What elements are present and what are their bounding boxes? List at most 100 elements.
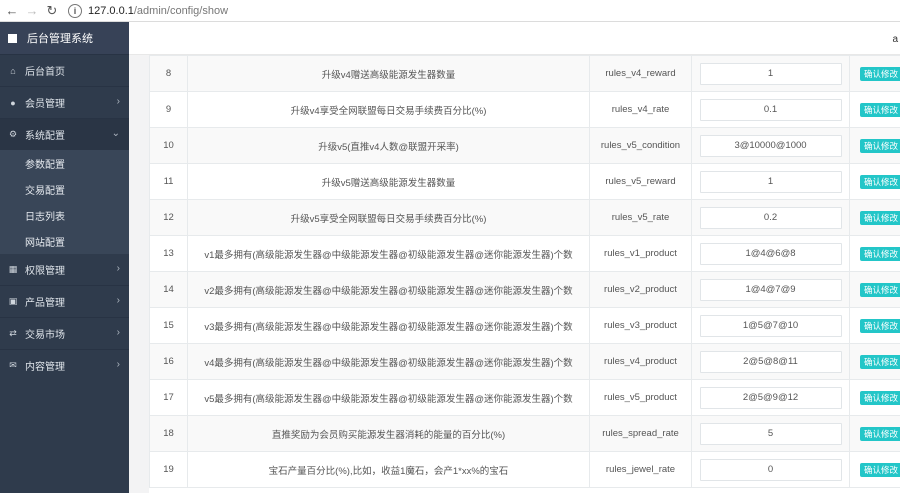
url-host: 127.0.0.1 bbox=[88, 4, 134, 17]
home-icon: ⌂ bbox=[10, 65, 16, 76]
row-id: 13 bbox=[149, 235, 188, 272]
sidebar-item-content[interactable]: ✉ 内容管理 › bbox=[0, 350, 129, 381]
row-description: v5最多拥有(高级能源发生器@中级能源发生器@初级能源发生器@迷你能源发生器)个… bbox=[187, 379, 590, 416]
row-key: rules_jewel_rate bbox=[589, 451, 692, 488]
main-content: 8 升级v4赠送高级能源发生器数量 rules_v4_reward 1 确认修改 9 升级v… bbox=[129, 55, 900, 493]
square-icon bbox=[8, 33, 17, 43]
row-description: 直推奖励为会员购买能源发生器消耗的能量的百分比(%) bbox=[187, 415, 590, 452]
table-row: 17 v5最多拥有(高级能源发生器@中级能源发生器@初级能源发生器@迷你能源发生器… bbox=[149, 379, 900, 416]
row-value-cell: 0.2 bbox=[691, 199, 850, 236]
row-action-cell: 确认修改 bbox=[849, 235, 900, 272]
sidebar-item-products[interactable]: ▣ 产品管理 › bbox=[0, 286, 129, 317]
sidebar-item-market[interactable]: ⇄ 交易市场 › bbox=[0, 318, 129, 349]
submenu-item-label: 参数配置 bbox=[25, 159, 65, 171]
confirm-edit-button[interactable]: 确认修改 bbox=[860, 282, 900, 297]
address-bar[interactable]: 127.0.0.1/admin/config/show bbox=[88, 5, 228, 17]
row-value-cell: 1@5@7@10 bbox=[691, 307, 850, 344]
sidebar-item-system-config[interactable]: ⚙ 系统配置 ⌄ bbox=[0, 119, 129, 150]
confirm-edit-button[interactable]: 确认修改 bbox=[860, 138, 900, 153]
row-action-cell: 确认修改 bbox=[849, 163, 900, 200]
chevron-right-icon: › bbox=[116, 359, 120, 370]
url-path: /admin/config/show bbox=[133, 4, 229, 17]
table-row: 12 升级v5享受全网联盟每日交易手续费百分比(%) rules_v5_rate 0.… bbox=[149, 199, 900, 236]
sidebar-item-permissions[interactable]: ▦ 权限管理 › bbox=[0, 254, 129, 285]
submenu-item-label: 网站配置 bbox=[25, 237, 65, 249]
row-action-cell: 确认修改 bbox=[849, 379, 900, 416]
table-row: 14 v2最多拥有(高级能源发生器@中级能源发生器@初级能源发生器@迷你能源发生器… bbox=[149, 271, 900, 308]
value-input[interactable]: 1 bbox=[699, 170, 842, 193]
value-input[interactable]: 0.1 bbox=[699, 98, 842, 121]
user-menu[interactable]: a bbox=[892, 34, 898, 45]
value-input[interactable]: 3@10000@1000 bbox=[699, 134, 842, 157]
value-input[interactable]: 1@5@7@10 bbox=[699, 314, 842, 337]
info-icon[interactable]: i bbox=[68, 3, 82, 18]
row-description: v3最多拥有(高级能源发生器@中级能源发生器@初级能源发生器@迷你能源发生器)个… bbox=[187, 307, 590, 344]
confirm-edit-button[interactable]: 确认修改 bbox=[860, 66, 900, 81]
value-input[interactable]: 2@5@9@12 bbox=[699, 386, 842, 409]
row-value-cell: 2@5@9@12 bbox=[691, 379, 850, 416]
row-id: 16 bbox=[149, 343, 188, 380]
value-input[interactable]: 0 bbox=[699, 458, 842, 481]
table-row: 16 v4最多拥有(高级能源发生器@中级能源发生器@初级能源发生器@迷你能源发生器… bbox=[149, 343, 900, 380]
row-key: rules_v4_product bbox=[589, 343, 692, 380]
user-icon: ● bbox=[10, 97, 16, 108]
submenu-item-logs[interactable]: 日志列表 bbox=[0, 202, 129, 228]
reload-icon[interactable]: ↻ bbox=[44, 3, 60, 19]
table-row: 8 升级v4赠送高级能源发生器数量 rules_v4_reward 1 确认修改 bbox=[149, 55, 900, 92]
row-key: rules_v4_reward bbox=[589, 55, 692, 92]
config-table: 8 升级v4赠送高级能源发生器数量 rules_v4_reward 1 确认修改 9 升级v… bbox=[149, 55, 900, 488]
sidebar-item-members[interactable]: ● 会员管理 › bbox=[0, 87, 129, 118]
table-row: 13 v1最多拥有(高级能源发生器@中级能源发生器@初级能源发生器@迷你能源发生器… bbox=[149, 235, 900, 272]
confirm-edit-button[interactable]: 确认修改 bbox=[860, 390, 900, 405]
row-description: v2最多拥有(高级能源发生器@中级能源发生器@初级能源发生器@迷你能源发生器)个… bbox=[187, 271, 590, 308]
row-description: v4最多拥有(高级能源发生器@中级能源发生器@初级能源发生器@迷你能源发生器)个… bbox=[187, 343, 590, 380]
row-value-cell: 1@4@6@8 bbox=[691, 235, 850, 272]
row-key: rules_v5_condition bbox=[589, 127, 692, 164]
value-input[interactable]: 2@5@8@11 bbox=[699, 350, 842, 373]
submenu-item-trade[interactable]: 交易配置 bbox=[0, 176, 129, 202]
row-id: 10 bbox=[149, 127, 188, 164]
row-description: 升级v5享受全网联盟每日交易手续费百分比(%) bbox=[187, 199, 590, 236]
value-input[interactable]: 1 bbox=[699, 62, 842, 85]
arrow-right-icon[interactable]: → bbox=[24, 3, 40, 19]
row-id: 18 bbox=[149, 415, 188, 452]
submenu-item-params[interactable]: 参数配置 bbox=[0, 150, 129, 176]
value-input[interactable]: 5 bbox=[699, 422, 842, 445]
confirm-edit-button[interactable]: 确认修改 bbox=[860, 426, 900, 441]
row-key: rules_v3_product bbox=[589, 307, 692, 344]
chevron-right-icon: › bbox=[116, 327, 120, 338]
row-id: 9 bbox=[149, 91, 188, 128]
exchange-icon: ⇄ bbox=[9, 328, 17, 338]
row-id: 15 bbox=[149, 307, 188, 344]
value-input[interactable]: 1@4@6@8 bbox=[699, 242, 842, 265]
row-id: 19 bbox=[149, 451, 188, 488]
confirm-edit-button[interactable]: 确认修改 bbox=[860, 354, 900, 369]
row-action-cell: 确认修改 bbox=[849, 271, 900, 308]
chevron-down-icon: ⌄ bbox=[111, 128, 120, 139]
row-value-cell: 1 bbox=[691, 163, 850, 200]
confirm-edit-button[interactable]: 确认修改 bbox=[860, 210, 900, 225]
gears-icon: ⚙ bbox=[8, 129, 18, 139]
row-value-cell: 0.1 bbox=[691, 91, 850, 128]
brand-title: 后台管理系统 bbox=[27, 33, 93, 45]
row-key: rules_v2_product bbox=[589, 271, 692, 308]
chevron-right-icon: › bbox=[116, 263, 120, 274]
content-gutter bbox=[129, 55, 149, 493]
confirm-edit-button[interactable]: 确认修改 bbox=[860, 318, 900, 333]
submenu-item-site[interactable]: 网站配置 bbox=[0, 228, 129, 254]
sidebar-item-home[interactable]: ⌂ 后台首页 bbox=[0, 55, 129, 86]
confirm-edit-button[interactable]: 确认修改 bbox=[860, 174, 900, 189]
sidebar-brand[interactable]: 后台管理系统 bbox=[0, 22, 129, 55]
table-row: 15 v3最多拥有(高级能源发生器@中级能源发生器@初级能源发生器@迷你能源发生器… bbox=[149, 307, 900, 344]
submenu-item-label: 交易配置 bbox=[25, 185, 65, 197]
row-value-cell: 1 bbox=[691, 55, 850, 92]
confirm-edit-button[interactable]: 确认修改 bbox=[860, 102, 900, 117]
value-input[interactable]: 0.2 bbox=[699, 206, 842, 229]
arrow-left-icon[interactable]: ← bbox=[4, 3, 20, 19]
row-description: 升级v4享受全网联盟每日交易手续费百分比(%) bbox=[187, 91, 590, 128]
sidebar-item-label: 产品管理 bbox=[25, 298, 65, 309]
confirm-edit-button[interactable]: 确认修改 bbox=[860, 246, 900, 261]
value-input[interactable]: 1@4@7@9 bbox=[699, 278, 842, 301]
row-description: 升级v4赠送高级能源发生器数量 bbox=[187, 55, 590, 92]
confirm-edit-button[interactable]: 确认修改 bbox=[860, 462, 900, 477]
